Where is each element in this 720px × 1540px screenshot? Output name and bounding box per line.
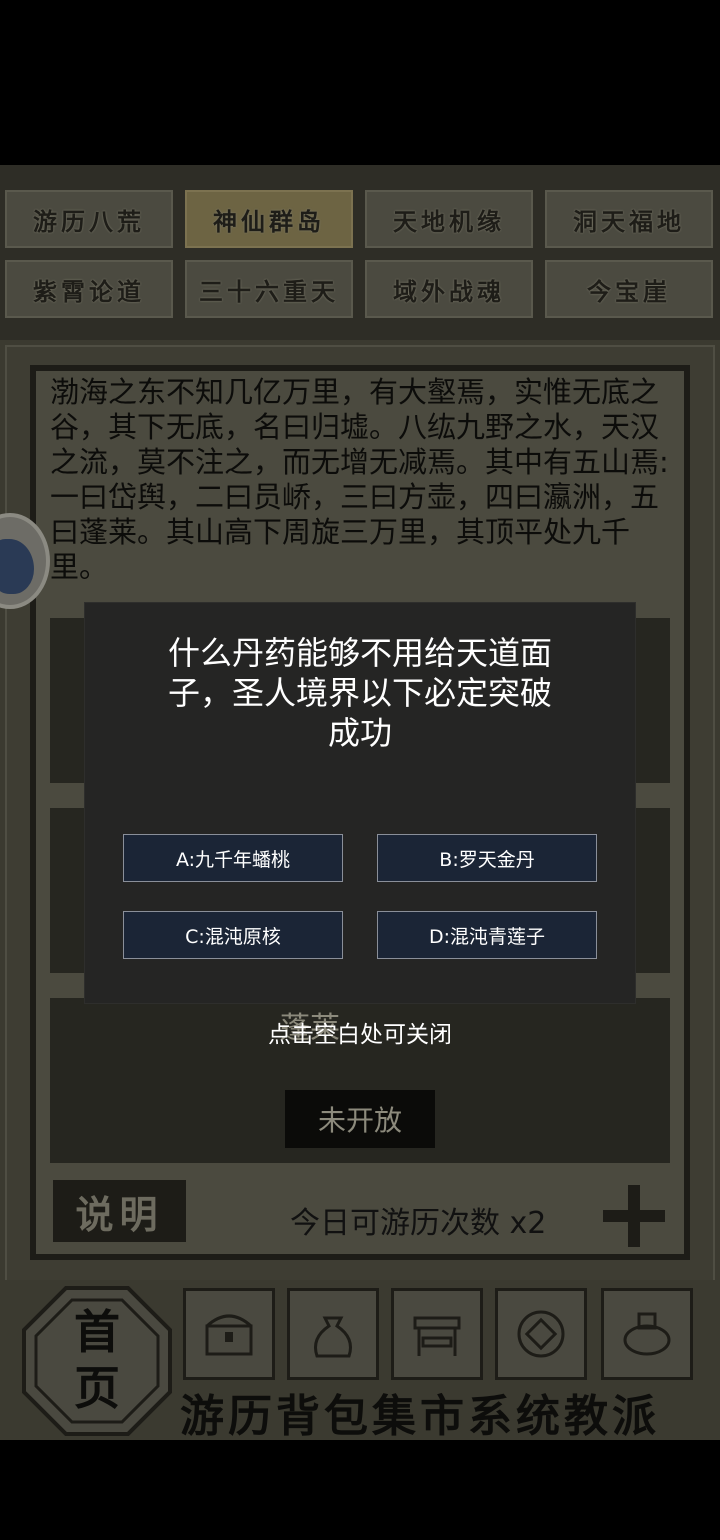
option-d-button[interactable]: D:混沌青莲子	[377, 911, 597, 959]
close-hint[interactable]: 点击空白处可关闭	[0, 1015, 720, 1049]
nav-bag-button[interactable]	[287, 1288, 379, 1380]
chest-icon	[205, 1314, 253, 1356]
tab-zixiao-lundao[interactable]: 紫霄论道	[5, 260, 173, 318]
avatar-face-icon	[0, 539, 34, 594]
story-text: 渤海之东不知几亿万里，有大壑焉，实惟无底之谷，其下无底，名曰归墟。八纮九野之水，…	[50, 375, 669, 584]
system-seal-icon	[517, 1310, 565, 1358]
market-stall-icon	[413, 1316, 461, 1356]
tab-jinbao-ya[interactable]: 今宝崖	[545, 260, 713, 318]
bag-icon	[314, 1316, 352, 1358]
nav-sect-button[interactable]	[601, 1288, 693, 1380]
quiz-dialog: 什么丹药能够不用给天道面子，圣人境界以下必定突破成功 A:九千年蟠桃 B:罗天金…	[85, 603, 635, 1003]
tab-tiandi-jiyuan[interactable]: 天地机缘	[365, 190, 533, 248]
daily-travel-count: 今日可游历次数 x2	[290, 1206, 547, 1241]
home-button[interactable]: 首 页	[22, 1286, 172, 1436]
tab-youli-bahuang[interactable]: 游历八荒	[5, 190, 173, 248]
category-tabs: 游历八荒 神仙群岛 天地机缘 洞天福地 紫霄论道 三十六重天 域外战魂 今宝崖	[0, 165, 720, 340]
quiz-question: 什么丹药能够不用给天道面子，圣人境界以下必定突破成功	[167, 634, 552, 752]
tab-dongtian-fudi[interactable]: 洞天福地	[545, 190, 713, 248]
nav-system-button[interactable]	[495, 1288, 587, 1380]
tab-36-heavens[interactable]: 三十六重天	[185, 260, 353, 318]
option-b-button[interactable]: B:罗天金丹	[377, 834, 597, 882]
nav-market-button[interactable]	[391, 1288, 483, 1380]
explain-button[interactable]: 说明	[53, 1180, 186, 1242]
not-open-button[interactable]: 未开放	[285, 1090, 435, 1148]
bottom-nav: 首 页 游历背包集市系统教派	[0, 1280, 720, 1440]
option-a-button[interactable]: A:九千年蟠桃	[123, 834, 343, 882]
nav-travel-button[interactable]	[183, 1288, 275, 1380]
option-c-button[interactable]: C:混沌原核	[123, 911, 343, 959]
sect-bowl-icon	[623, 1312, 671, 1356]
tab-shenxian-qundao[interactable]: 神仙群岛	[185, 190, 353, 248]
nav-labels: 游历背包集市系统教派	[180, 1391, 660, 1440]
tab-yuwai-zhanhun[interactable]: 域外战魂	[365, 260, 533, 318]
add-count-icon[interactable]	[603, 1185, 665, 1247]
home-label: 首 页	[74, 1305, 120, 1415]
